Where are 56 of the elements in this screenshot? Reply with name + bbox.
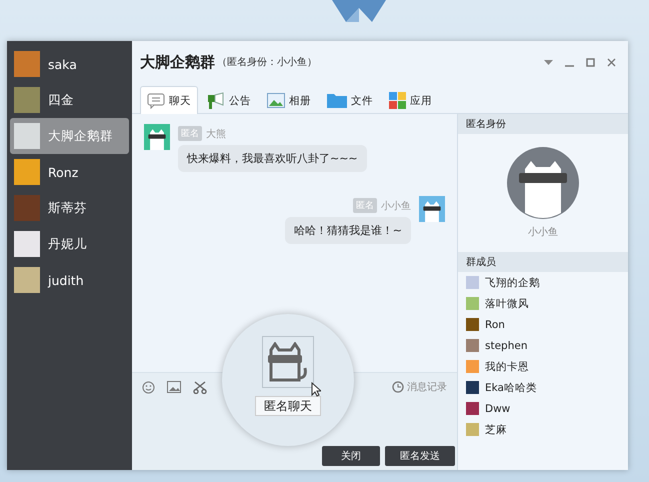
tab[interactable]: 公告 xyxy=(200,86,258,114)
avatar-icon xyxy=(144,124,170,150)
megaphone-icon xyxy=(207,92,225,110)
photo-placeholder xyxy=(14,195,40,221)
contact-item[interactable]: saka xyxy=(10,46,129,82)
maximize-icon[interactable] xyxy=(586,58,595,66)
photo-placeholder xyxy=(14,51,40,77)
identity-name: 小小鱼 xyxy=(528,226,558,239)
contact-item[interactable]: judith xyxy=(10,262,129,298)
close-icon[interactable] xyxy=(607,58,616,66)
sender-name: 大熊 xyxy=(206,128,226,140)
contact-item[interactable]: 丹妮儿 xyxy=(10,226,129,262)
contact-item[interactable]: 斯蒂芬 xyxy=(10,190,129,226)
photo-placeholder xyxy=(14,267,40,293)
photo-placeholder xyxy=(14,159,40,185)
member-item[interactable]: Eka哈哈类 xyxy=(458,377,628,398)
clock-icon xyxy=(392,381,404,393)
photo-placeholder xyxy=(14,123,40,149)
message-bubble: 哈哈！猜猜我是谁！~ xyxy=(284,217,411,244)
picture-icon[interactable] xyxy=(167,381,181,393)
cursor-icon xyxy=(311,382,321,397)
anonymous-chat-button[interactable]: 匿名聊天 xyxy=(255,396,321,416)
contact-item[interactable]: 四金 xyxy=(10,82,129,118)
close-button[interactable]: 关闭 xyxy=(322,446,380,466)
dropdown-icon[interactable] xyxy=(544,60,553,64)
contact-item[interactable]: Ronz xyxy=(10,154,129,190)
send-button[interactable]: 匿名发送 xyxy=(385,446,455,466)
member-item[interactable]: 飞翔的企鹅 xyxy=(458,272,628,293)
scissors-icon[interactable] xyxy=(193,380,207,394)
member-item[interactable]: 我的卡恩 xyxy=(458,356,628,377)
tab[interactable]: 聊天 xyxy=(140,86,198,114)
chat-icon xyxy=(147,92,165,108)
photo-placeholder xyxy=(14,231,40,257)
avatar-icon xyxy=(507,147,579,219)
tab[interactable]: 相册 xyxy=(260,86,318,114)
window-title: 大脚企鹅群 xyxy=(140,52,215,72)
cat-icon xyxy=(267,342,309,382)
avatar-icon xyxy=(419,196,445,222)
member-item[interactable]: stephen xyxy=(458,335,628,356)
message-bubble: 快来爆料，我最喜欢听八卦了~~~ xyxy=(178,145,367,172)
section-header: 群成员 xyxy=(458,252,628,272)
tab[interactable]: 应用 xyxy=(382,86,439,114)
folder-icon xyxy=(327,93,347,108)
picture-icon xyxy=(267,93,285,108)
sender-name: 小小鱼 xyxy=(381,200,411,212)
member-item[interactable]: Ron xyxy=(458,314,628,335)
member-item[interactable]: 芝麻 xyxy=(458,419,628,440)
photo-placeholder xyxy=(14,87,40,113)
apps-icon xyxy=(389,92,406,109)
logo-drawing xyxy=(332,0,386,22)
member-item[interactable]: 落叶微风 xyxy=(458,293,628,314)
section-header: 匿名身份 xyxy=(458,114,628,134)
tab[interactable]: 文件 xyxy=(320,86,380,114)
member-item[interactable]: Dww xyxy=(458,398,628,419)
window-subtitle: （匿名身份：小小鱼） xyxy=(217,56,317,69)
emoji-icon[interactable] xyxy=(142,380,155,394)
